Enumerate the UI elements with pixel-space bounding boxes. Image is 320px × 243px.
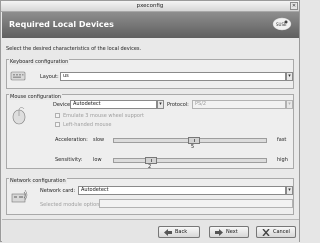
protocol-combobox[interactable]: PS/2 (192, 100, 286, 109)
device-label: Device: (53, 102, 72, 108)
back-button-label: Back (175, 229, 188, 235)
suse-logo-icon: SUSE (272, 16, 292, 32)
sensitivity-value: 2 (148, 164, 152, 170)
acceleration-slider[interactable] (113, 137, 267, 144)
network-card-dropdown-button[interactable]: ▾ (286, 186, 293, 195)
sensitivity-max-label: high (277, 157, 288, 163)
network-card-label: Network card: (40, 188, 76, 194)
network-section-title: Network configuration (9, 178, 67, 184)
page-title: Required Local Devices (9, 20, 114, 29)
module-options-label: Selected module options: (40, 202, 104, 208)
title-bar[interactable]: pxeconfig ✕ (1, 1, 299, 12)
close-icon: ✕ (291, 3, 297, 9)
window-title: pxeconfig (136, 3, 164, 9)
back-button[interactable]: Back (158, 226, 200, 238)
mouse-section-title: Mouse configuration (9, 94, 62, 100)
sensitivity-min-label: low (93, 157, 102, 163)
page-header: Required Local Devices SUSE (2, 12, 299, 38)
keyboard-icon (10, 70, 26, 84)
chevron-down-icon: ▾ (159, 101, 162, 107)
cancel-x-icon (262, 228, 270, 237)
emulate-wheel-checkbox[interactable] (55, 113, 60, 118)
layout-combobox[interactable]: us (60, 72, 286, 81)
app-window: pxeconfig ✕ Required Local Devices SUSE … (0, 0, 300, 243)
logo-text: SUSE (276, 22, 287, 27)
sensitivity-slider-thumb[interactable] (145, 157, 157, 164)
sensitivity-label: Sensitivity: (55, 157, 83, 163)
network-card-combobox[interactable]: Autodetect (78, 186, 286, 195)
acceleration-value: 5 (191, 144, 195, 150)
mouse-icon (10, 107, 28, 127)
next-arrow-icon (215, 229, 223, 236)
layout-dropdown-button[interactable]: ▾ (286, 72, 293, 81)
chevron-down-icon: ▾ (288, 101, 291, 107)
acceleration-slider-thumb[interactable] (188, 137, 200, 144)
acceleration-max-label: fast (277, 137, 287, 143)
next-button-label: Next (226, 229, 238, 235)
back-arrow-icon (164, 229, 172, 236)
cancel-button-label: Cancel (273, 229, 290, 235)
cancel-button[interactable]: Cancel (256, 226, 296, 238)
network-card-icon (10, 188, 28, 208)
button-bar: Back Next Cancel (2, 219, 299, 243)
mouse-section: Mouse configuration Device: Autodetect ▾… (6, 94, 294, 170)
chevron-down-icon: ▾ (288, 187, 291, 193)
next-button[interactable]: Next (209, 226, 249, 238)
device-dropdown-button[interactable]: ▾ (157, 100, 164, 109)
protocol-label: Protocol: (167, 102, 189, 108)
intro-text: Select the desired characteristics of th… (6, 46, 142, 52)
chevron-down-icon: ▾ (288, 73, 291, 79)
keyboard-section-title: Keyboard configuration (9, 59, 70, 65)
device-combobox[interactable]: Autodetect (70, 100, 157, 109)
keyboard-section: Keyboard configuration Layout: us ▾ (6, 59, 294, 89)
left-handed-label: Left-handed mouse (63, 122, 112, 128)
protocol-dropdown-button[interactable]: ▾ (286, 100, 293, 109)
sensitivity-slider[interactable] (113, 157, 267, 164)
acceleration-min-label: slow (93, 137, 105, 143)
network-section: Network configuration Network card: Auto… (6, 178, 294, 215)
left-handed-checkbox[interactable] (55, 122, 60, 127)
emulate-wheel-label: Emulate 3 mouse wheel support (63, 113, 145, 119)
module-options-field[interactable] (99, 199, 293, 208)
layout-label: Layout: (40, 74, 59, 80)
close-window-button[interactable]: ✕ (290, 2, 298, 10)
acceleration-label: Acceleration: (55, 137, 88, 143)
